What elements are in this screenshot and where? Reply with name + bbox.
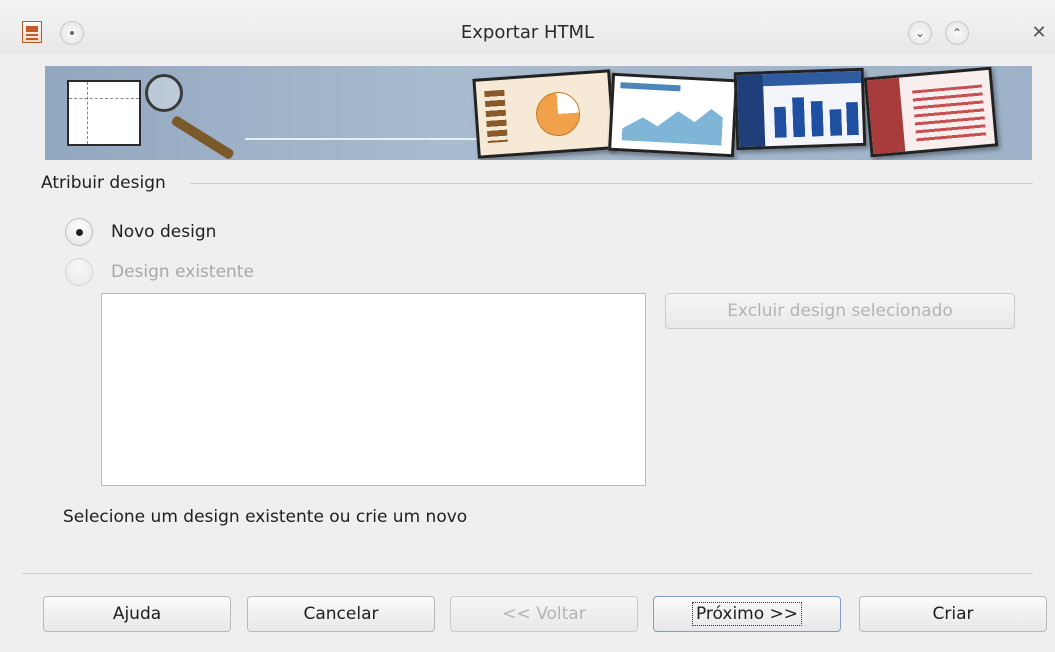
title-bar: Exportar HTML ⌄ ⌃ ✕ (0, 0, 1055, 54)
maximize-button[interactable]: ⌃ (945, 21, 969, 45)
delete-design-button: Excluir design selecionado (665, 293, 1015, 329)
magnifier-icon (145, 74, 183, 112)
design-thumbnail-bars (733, 67, 867, 151)
section-divider (190, 183, 1033, 184)
footer-divider (22, 573, 1033, 574)
next-button-label: Próximo >> (691, 602, 803, 626)
existing-design-radio (65, 258, 93, 286)
close-button[interactable]: ✕ (1027, 21, 1051, 45)
design-thumbnail-area (608, 72, 738, 158)
next-button[interactable]: Próximo >> (653, 596, 841, 632)
design-thumbnail-list (863, 66, 999, 158)
section-title: Atribuir design (41, 173, 166, 193)
page-frame-illustration (67, 80, 141, 146)
design-thumbnail-pie (472, 69, 616, 159)
existing-design-label: Design existente (111, 262, 254, 282)
close-icon: ✕ (1031, 22, 1047, 43)
new-design-label: Novo design (111, 222, 217, 242)
new-design-radio[interactable] (65, 218, 93, 246)
create-button[interactable]: Criar (859, 596, 1047, 632)
hint-text: Selecione um design existente ou crie um… (63, 507, 468, 527)
existing-design-list[interactable] (101, 293, 646, 486)
minimize-button[interactable]: ⌄ (908, 21, 932, 45)
cancel-button[interactable]: Cancelar (247, 596, 435, 632)
wizard-banner-image (45, 66, 1032, 160)
help-button[interactable]: Ajuda (43, 596, 231, 632)
chevron-down-icon: ⌄ (914, 26, 926, 40)
back-button: << Voltar (450, 596, 638, 632)
new-design-option[interactable]: Novo design (65, 218, 216, 246)
chevron-up-icon: ⌃ (951, 26, 963, 40)
window-title: Exportar HTML (460, 22, 595, 43)
existing-design-option: Design existente (65, 258, 254, 286)
